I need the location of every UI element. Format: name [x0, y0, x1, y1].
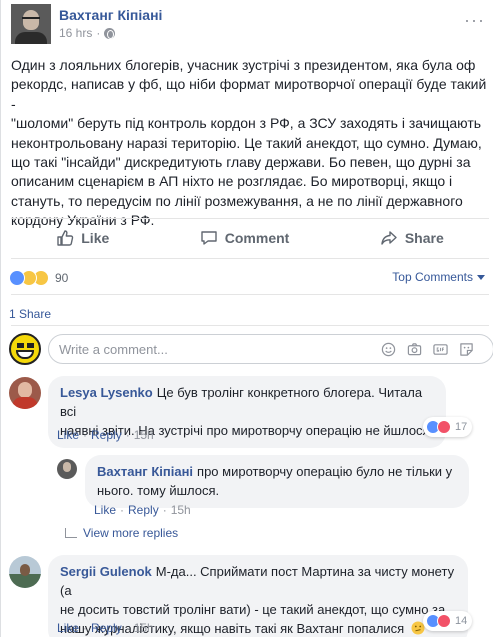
comment-reactions[interactable]: 14	[423, 611, 473, 631]
post-meta: 16 hrs ·	[59, 26, 116, 40]
current-user-avatar	[9, 333, 41, 365]
comment-time[interactable]: 15h	[134, 621, 154, 635]
like-button[interactable]: Like	[56, 229, 109, 247]
comment-button[interactable]: Comment	[200, 229, 290, 247]
comment-reply-link[interactable]: Reply	[91, 428, 122, 442]
author-avatar[interactable]	[11, 4, 51, 44]
comment-like-link[interactable]: Like	[57, 428, 79, 442]
divider	[11, 294, 489, 295]
globe-icon	[104, 27, 116, 39]
avatar-teeth	[16, 350, 34, 359]
like-reaction-icon	[9, 270, 25, 286]
commenter-name[interactable]: Lesya Lysenko	[60, 385, 153, 400]
composer-icons	[381, 342, 474, 357]
comment-text: нього. тому йшлося.	[97, 483, 220, 498]
comment-sort-label: Top Comments	[392, 270, 473, 284]
post-line: "шоломи" беруть під контроль кордон з РФ…	[11, 115, 482, 132]
comment-actions: Like · Reply · 15h	[57, 428, 154, 442]
post-line: стануть, то передусім по лінії розмежува…	[11, 192, 463, 209]
gif-icon[interactable]	[433, 342, 448, 357]
comment-like-link[interactable]: Like	[94, 503, 116, 517]
reply-bubble: Вахтанг Кіпіані про миротворчу операцію б…	[85, 455, 469, 508]
comment-reaction-count: 14	[455, 615, 468, 627]
reaction-count[interactable]: 90	[55, 271, 68, 285]
author-name[interactable]: Вахтанг Кіпіані	[59, 7, 162, 23]
post-text: Один з лояльних блогерів, учасник зустрі…	[11, 56, 489, 231]
separator: ·	[125, 428, 130, 442]
view-more-replies[interactable]: View more replies	[65, 526, 178, 540]
comment-reactions[interactable]: 17	[423, 417, 473, 437]
sticker-icon[interactable]	[459, 342, 474, 357]
facebook-post: Вахтанг Кіпіані 16 hrs · ··· Один з лоял…	[0, 0, 493, 637]
divider	[11, 258, 489, 259]
share-count[interactable]: 1 Share	[9, 307, 51, 321]
separator: ·	[120, 503, 125, 517]
share-button[interactable]: Share	[380, 229, 444, 247]
separator: ·	[83, 428, 88, 442]
emoji-icon[interactable]	[381, 342, 396, 357]
divider	[11, 218, 489, 219]
thumbs-up-icon	[57, 230, 74, 246]
comment-input[interactable]	[59, 341, 369, 357]
comment-like-link[interactable]: Like	[57, 621, 79, 635]
comment-text: про миротворчу операцію було не тільки у	[197, 464, 453, 479]
separator: ·	[162, 503, 167, 517]
post-line: що такі "інсайди" дискредитують главу де…	[11, 154, 471, 171]
reply-arrow-icon	[65, 528, 77, 538]
separator: ·	[83, 621, 88, 635]
post-time[interactable]: 16 hrs	[59, 26, 92, 40]
separator: ·	[125, 621, 130, 635]
comment-label: Comment	[224, 230, 290, 246]
comment-icon	[201, 231, 217, 245]
comment-composer[interactable]	[48, 334, 493, 364]
reply-actions: Like · Reply · 15h	[94, 503, 191, 517]
comment-actions: Like · Reply · 15h	[57, 621, 154, 635]
love-reaction-icon	[437, 614, 451, 628]
reply-avatar[interactable]	[57, 459, 77, 479]
divider	[11, 325, 489, 326]
commenter-name[interactable]: Sergii Gulenok	[60, 564, 152, 579]
commenter-avatar[interactable]	[9, 377, 41, 409]
share-label: Share	[404, 230, 444, 246]
comment-reply-link[interactable]: Reply	[91, 621, 122, 635]
avatar-eye	[27, 343, 34, 348]
post-line: рекордс, написав у фб, що ніби формат ми…	[11, 76, 487, 112]
more-options-icon[interactable]: ···	[464, 10, 485, 31]
post-line: Один з лояльних блогерів, учасник зустрі…	[11, 57, 476, 73]
comment-text: не досить товстий тролінг вати) - це так…	[60, 602, 446, 617]
avatar-eye	[17, 343, 24, 348]
comment-time[interactable]: 15h	[171, 503, 191, 517]
love-reaction-icon	[437, 420, 451, 434]
like-label: Like	[81, 230, 110, 246]
post-line: неконтрольовану наразі територію. Це так…	[11, 134, 482, 151]
comment-time[interactable]: 15h	[134, 428, 154, 442]
caret-down-icon	[477, 274, 485, 280]
meta-separator: ·	[96, 26, 101, 40]
comment-sort-dropdown[interactable]: Top Comments	[392, 270, 485, 284]
view-more-label: View more replies	[83, 526, 179, 540]
commenter-avatar[interactable]	[9, 556, 41, 588]
comment-reaction-count: 17	[455, 421, 468, 433]
commenter-name[interactable]: Вахтанг Кіпіані	[97, 464, 193, 479]
post-line: описаним сценарієм в АП ніхто не розгляд…	[11, 173, 453, 190]
comment-reply-link[interactable]: Reply	[128, 503, 159, 517]
action-bar: Like Comment Share	[11, 222, 489, 254]
share-icon	[381, 231, 397, 245]
camera-icon[interactable]	[407, 342, 422, 357]
